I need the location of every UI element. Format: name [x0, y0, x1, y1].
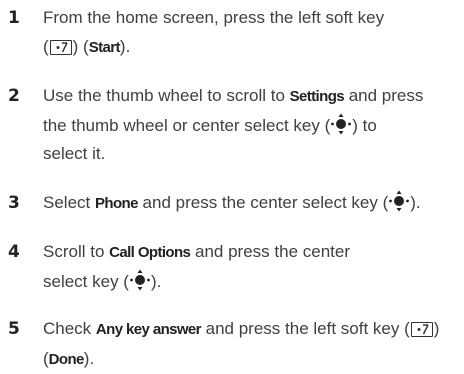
step-number: 5 [8, 319, 20, 339]
left-soft-key-icon [410, 322, 433, 337]
step-text: From the home screen, press the left sof… [43, 8, 385, 56]
step-number: 4 [8, 242, 20, 262]
step-text: Select Phone and press the center select… [43, 189, 461, 219]
step-number: 2 [8, 86, 20, 106]
left-soft-key-icon [49, 39, 72, 55]
step-text: Use the thumb wheel to scroll to Setting… [43, 86, 424, 163]
step-number: 1 [8, 8, 20, 28]
step-number: 3 [8, 193, 20, 213]
step-text: Check Any key answer and press the left … [43, 319, 440, 368]
center-select-key-icon [330, 113, 352, 135]
center-select-key-icon [129, 269, 151, 291]
center-select-key-icon [388, 190, 410, 212]
step-text: Scroll to Call Options and press the cen… [43, 242, 350, 291]
